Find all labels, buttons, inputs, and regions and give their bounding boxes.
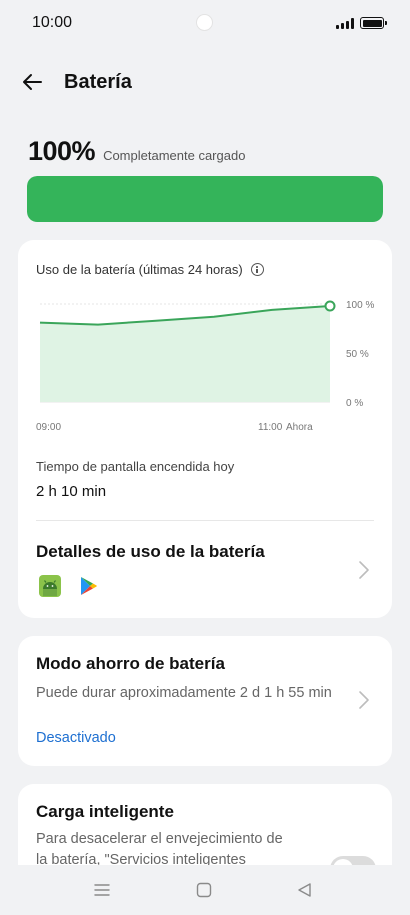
battery-saver-title: Modo ahorro de batería <box>36 654 225 673</box>
usage-current-point <box>324 300 336 312</box>
battery-saver-status: Desactivado <box>36 730 116 746</box>
home-icon[interactable] <box>194 880 214 900</box>
y-tick-100: 100 % <box>346 300 374 311</box>
back-arrow-icon[interactable] <box>20 70 44 94</box>
status-bar: 10:00 <box>0 0 410 46</box>
signal-icon <box>336 17 354 29</box>
battery-status-icon <box>360 17 387 29</box>
chevron-right-icon[interactable] <box>358 690 370 710</box>
page-title: Batería <box>64 71 132 93</box>
info-icon[interactable] <box>250 263 264 276</box>
battery-saver-description: Puede durar aproximadamente 2 d 1 h 55 m… <box>36 685 332 701</box>
divider <box>36 520 374 521</box>
camera-cutout <box>197 15 212 30</box>
navigation-bar <box>0 865 410 915</box>
app-icons-row <box>38 574 100 598</box>
screen-time-label: Tiempo de pantalla encendida hoy <box>36 459 235 474</box>
usage-details-title[interactable]: Detalles de uso de la batería <box>36 542 265 562</box>
battery-level-bar <box>27 176 383 222</box>
x-tick-0900: 09:00 <box>36 422 61 433</box>
usage-title-row: Uso de la batería (últimas 24 horas) <box>36 262 264 277</box>
usage-area <box>40 306 330 402</box>
y-tick-0: 0 % <box>346 398 363 409</box>
battery-status-text: Completamente cargado <box>103 148 246 163</box>
header: Batería <box>0 60 410 104</box>
x-tick-1100: 11:00 <box>258 422 283 433</box>
battery-percent: 100% <box>28 136 96 166</box>
y-tick-50: 50 % <box>346 349 369 360</box>
x-tick-now: Ahora <box>286 422 313 433</box>
play-store-icon <box>81 577 97 595</box>
battery-usage-chart[interactable]: 100 % 50 % 0 % 09:00 11:00 Ahora <box>18 284 392 434</box>
battery-summary: 100% Completamente cargado <box>28 136 245 167</box>
status-time: 10:00 <box>32 14 73 31</box>
usage-title: Uso de la batería (últimas 24 horas) <box>36 262 243 277</box>
status-icons <box>336 16 387 30</box>
chevron-right-icon[interactable] <box>358 560 370 580</box>
battery-level-fill <box>27 176 383 222</box>
battery-usage-card: Uso de la batería (últimas 24 horas) 100… <box>18 240 392 618</box>
battery-saver-card[interactable]: Modo ahorro de batería Puede durar aprox… <box>18 636 392 766</box>
back-triangle-icon[interactable] <box>295 880 315 900</box>
menu-icon[interactable] <box>92 880 112 900</box>
screen-time-value: 2 h 10 min <box>36 483 107 500</box>
android-icon <box>39 575 61 597</box>
smart-charging-title: Carga inteligente <box>36 802 174 821</box>
